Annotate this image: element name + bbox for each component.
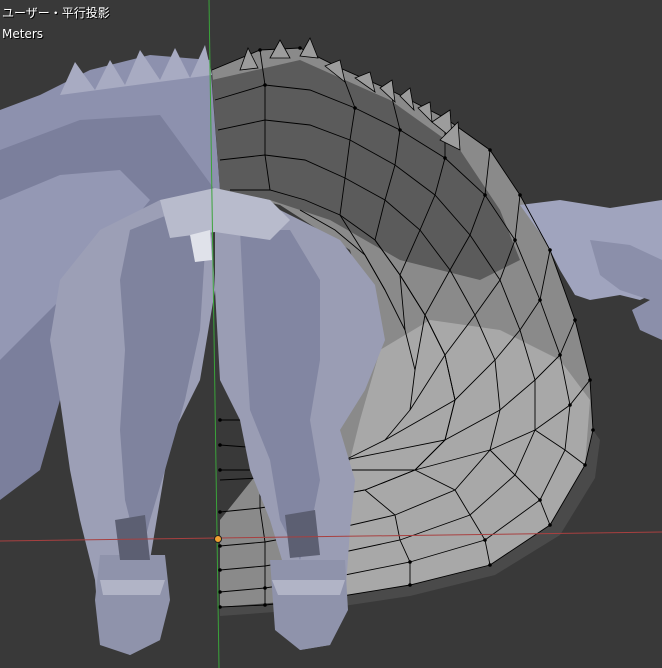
foot-left-claw	[115, 515, 150, 560]
foot-right[interactable]	[270, 560, 348, 650]
foot-left[interactable]	[95, 555, 170, 655]
foot-right-claw	[285, 510, 320, 558]
view-mode-label: ユーザー・平行投影	[2, 6, 110, 20]
foot-left-top	[100, 580, 165, 595]
scene-canvas[interactable]	[0, 0, 662, 668]
units-label: Meters	[2, 27, 44, 41]
object-origin-icon[interactable]	[214, 535, 222, 543]
foot-right-top	[272, 580, 345, 595]
3d-viewport[interactable]: ユーザー・平行投影 Meters	[0, 0, 662, 668]
